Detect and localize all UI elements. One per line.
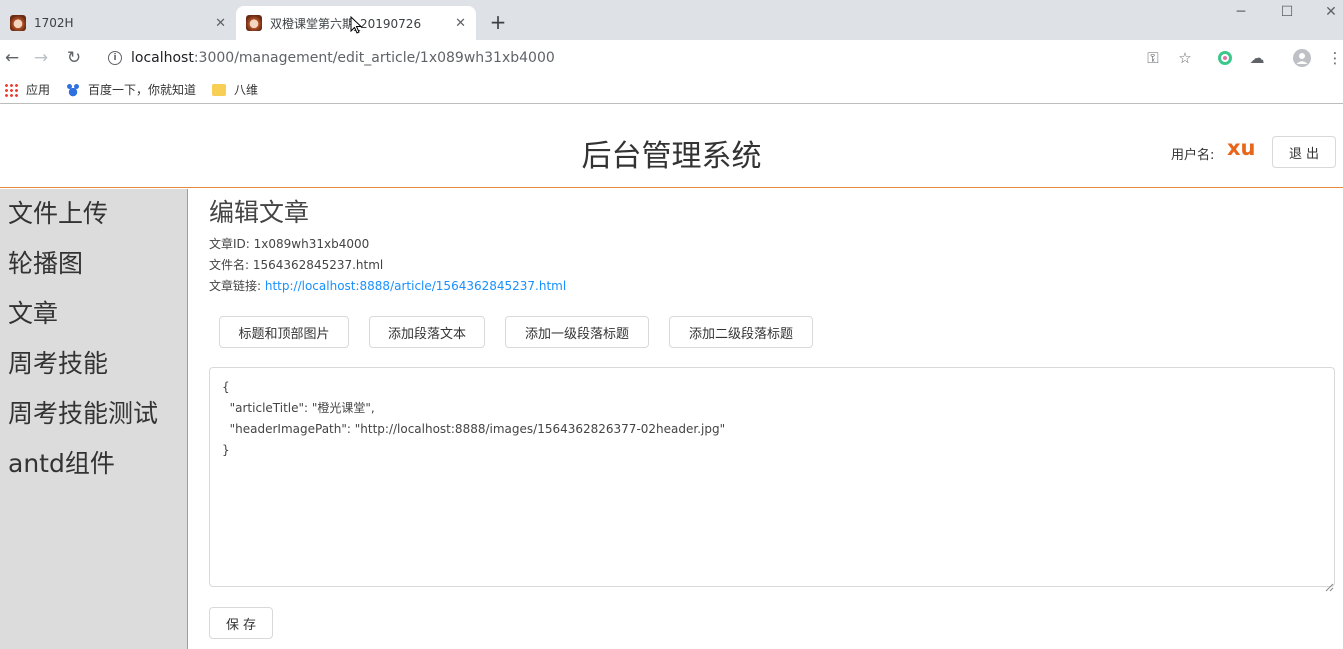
forward-arrow-icon[interactable]: → xyxy=(29,46,53,70)
sidebar-item-weekly-skill[interactable]: 周考技能 xyxy=(0,339,187,389)
article-link-label: 文章链接: xyxy=(209,279,265,293)
key-icon[interactable]: ⚿ xyxy=(1141,46,1165,70)
site-favicon-icon xyxy=(10,15,26,31)
reload-icon[interactable]: ↻ xyxy=(62,46,86,70)
title-and-header-image-button[interactable]: 标题和顶部图片 xyxy=(219,316,349,348)
new-tab-button[interactable]: + xyxy=(486,10,510,34)
browser-toolbar: ← → ↻ i localhost:3000/management/edit_a… xyxy=(0,40,1343,76)
maximize-icon[interactable]: ☐ xyxy=(1272,2,1302,22)
address-bar[interactable]: i localhost:3000/management/edit_article… xyxy=(100,44,1130,72)
resize-handle-icon[interactable] xyxy=(1325,577,1334,596)
add-paragraph-text-button[interactable]: 添加段落文本 xyxy=(369,316,485,348)
logout-button[interactable]: 退出 xyxy=(1272,136,1336,168)
browser-tab-1[interactable]: 1702H ✕ xyxy=(0,6,236,40)
close-window-icon[interactable]: ✕ xyxy=(1316,2,1343,22)
user-label: 用户名: xyxy=(1171,148,1215,163)
file-name-value: 1564362845237.html xyxy=(252,258,384,272)
apps-grid-icon xyxy=(4,82,18,97)
browser-tabstrip: 1702H ✕ 双橙课堂第六期_20190726 ✕ + ─ ☐ ✕ xyxy=(0,0,1343,40)
bookmark-baidu[interactable]: 百度一下，你就知道 xyxy=(66,81,196,98)
add-level2-heading-button[interactable]: 添加二级段落标题 xyxy=(669,316,813,348)
bookmark-label: 八维 xyxy=(234,83,259,97)
article-id-value: 1x089wh31xb4000 xyxy=(253,237,370,251)
sidebar-item-carousel[interactable]: 轮播图 xyxy=(0,239,187,289)
baidu-paw-icon xyxy=(66,82,81,97)
bookmark-label: 百度一下，你就知道 xyxy=(88,83,197,97)
page-title: 编辑文章 xyxy=(209,198,310,227)
app-title: 后台管理系统 xyxy=(581,139,762,174)
article-json-editor[interactable]: { "articleTitle": "橙光课堂", "headerImagePa… xyxy=(209,367,1335,587)
cloud-extension-icon[interactable]: ☁ xyxy=(1245,46,1269,70)
article-id-label: 文章ID: xyxy=(209,237,254,251)
mouse-cursor-icon xyxy=(350,16,362,34)
save-button[interactable]: 保存 xyxy=(209,607,273,639)
sidebar-item-article[interactable]: 文章 xyxy=(0,289,187,339)
url-host: localhost xyxy=(131,50,194,66)
file-name-line: 文件名: 1564362845237.html xyxy=(209,256,383,273)
bookmarks-bar: 应用 百度一下，你就知道 八维 xyxy=(0,76,1343,104)
article-link[interactable]: http://localhost:8888/article/1564362845… xyxy=(265,279,566,293)
article-link-line: 文章链接: http://localhost:8888/article/1564… xyxy=(209,277,566,294)
sidebar-item-antd-components[interactable]: antd组件 xyxy=(0,439,187,489)
bookmark-bawei-folder[interactable]: 八维 xyxy=(212,81,258,98)
back-arrow-icon[interactable]: ← xyxy=(0,46,24,70)
url-path: :3000/management/edit_article/1x089wh31x… xyxy=(193,50,555,66)
file-name-label: 文件名: xyxy=(209,258,253,272)
minimize-icon[interactable]: ─ xyxy=(1226,2,1256,22)
user-name: xu xyxy=(1227,136,1256,160)
profile-avatar-icon[interactable] xyxy=(1290,46,1314,70)
site-info-icon[interactable]: i xyxy=(108,51,122,65)
bookmark-label: 应用 xyxy=(26,83,51,97)
extension-icon[interactable] xyxy=(1213,46,1237,70)
site-favicon-icon xyxy=(246,15,262,31)
article-id-line: 文章ID: 1x089wh31xb4000 xyxy=(209,235,369,252)
sidebar: 文件上传 轮播图 文章 周考技能 周考技能测试 antd组件 xyxy=(0,189,188,649)
bookmark-apps[interactable]: 应用 xyxy=(4,81,50,98)
add-level1-heading-button[interactable]: 添加一级段落标题 xyxy=(505,316,649,348)
main-content: 编辑文章 文章ID: 1x089wh31xb4000 文件名: 15643628… xyxy=(189,189,1343,649)
tab-close-icon[interactable]: ✕ xyxy=(455,16,466,31)
app-header: 后台管理系统 用户名: xu 退出 xyxy=(0,105,1343,188)
star-bookmark-icon[interactable]: ☆ xyxy=(1173,46,1197,70)
tab-title: 1702H xyxy=(34,16,74,30)
menu-kebab-icon[interactable]: ⋮ xyxy=(1323,46,1343,70)
tab-close-icon[interactable]: ✕ xyxy=(215,16,226,31)
sidebar-item-weekly-skill-test[interactable]: 周考技能测试 xyxy=(0,389,187,439)
folder-icon xyxy=(212,83,227,96)
sidebar-item-file-upload[interactable]: 文件上传 xyxy=(0,189,187,239)
